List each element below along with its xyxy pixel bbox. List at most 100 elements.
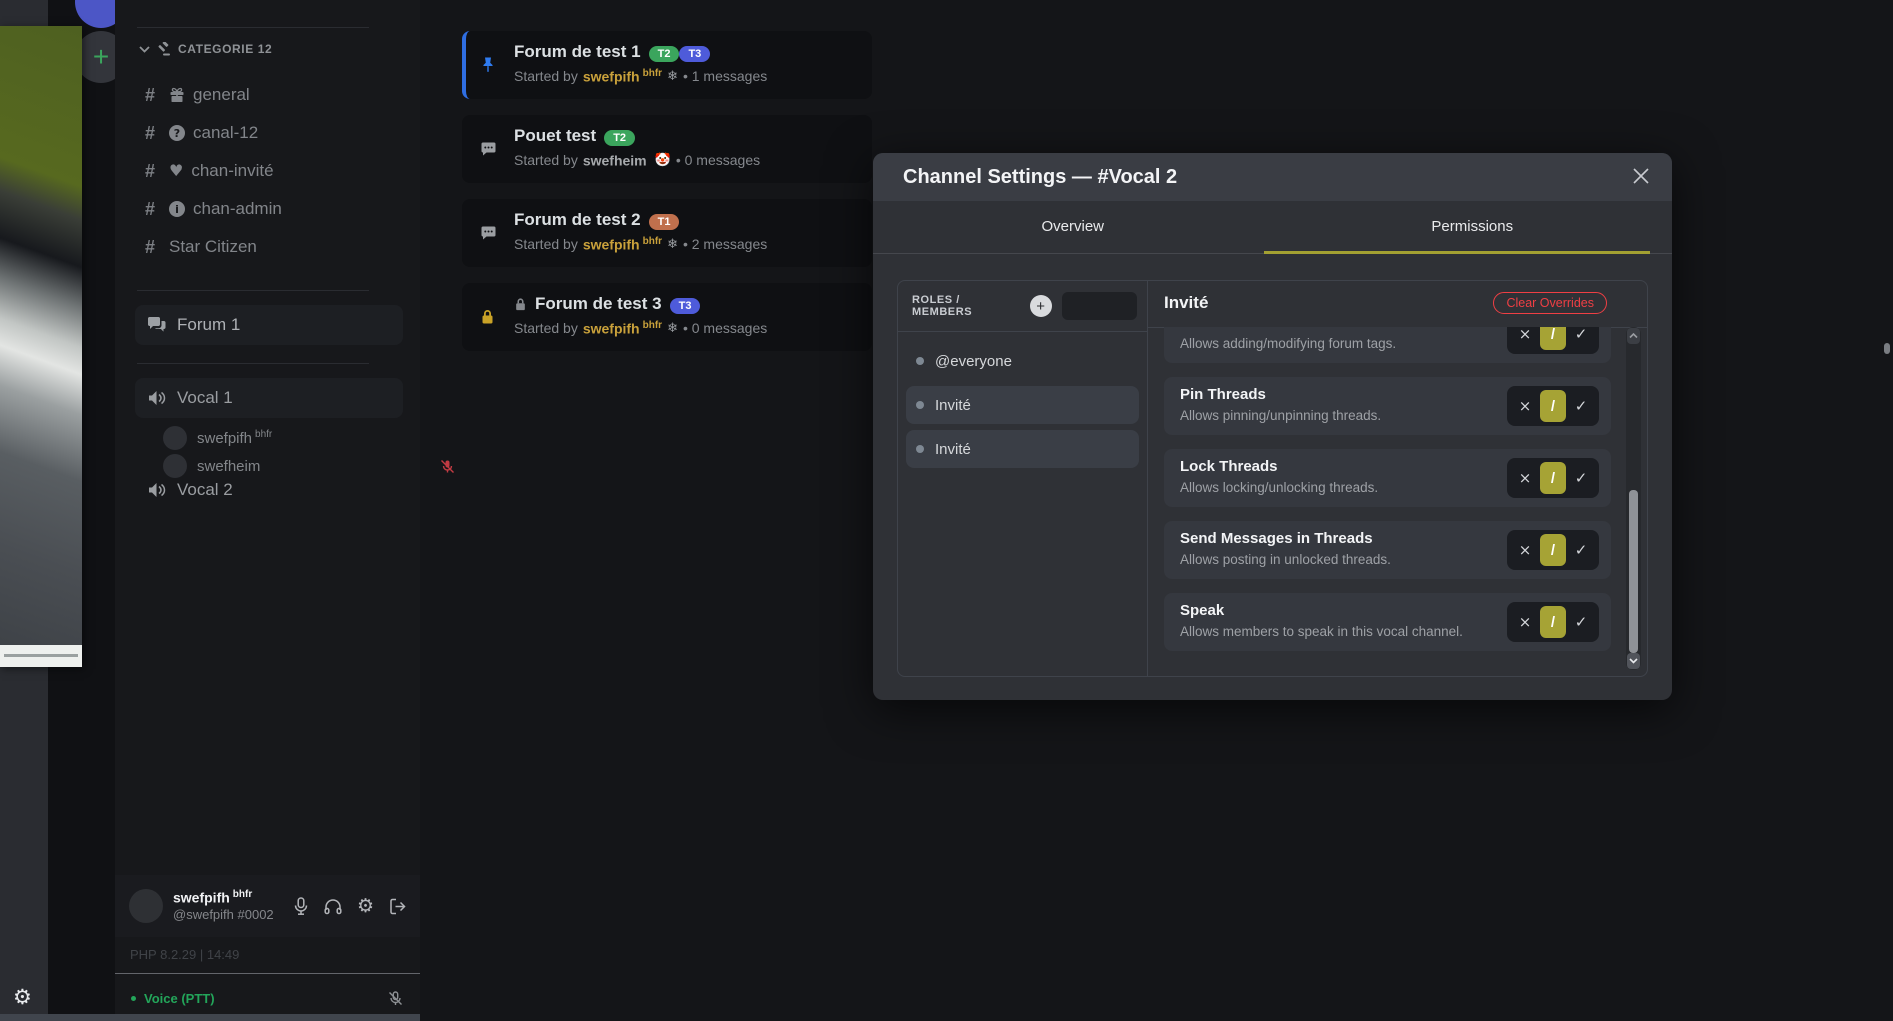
channel-name: chan-invité	[191, 161, 273, 181]
channel-row[interactable]: # i ♥ i chan-admin	[145, 190, 405, 228]
mic-slash-icon[interactable]	[387, 990, 404, 1007]
channel-name: canal-12	[193, 123, 258, 143]
post-title-row: Forum de test 1 T2T3	[514, 42, 862, 62]
channel-name: Star Citizen	[169, 237, 257, 257]
scroll-down-button[interactable]	[1627, 653, 1640, 669]
add-role-button[interactable]: +	[1030, 295, 1052, 317]
close-icon[interactable]	[1632, 167, 1650, 185]
logout-icon[interactable]	[389, 898, 406, 915]
allow-button[interactable]: ✓	[1569, 327, 1593, 343]
channel-sidebar: CATEGORIE 12 # ♥ general #	[115, 0, 420, 1021]
forum-post-card[interactable]: Forum de test 3 T3 Started by swefpifhbh…	[462, 283, 872, 351]
permission-description: Allows posting in unlocked threads.	[1180, 552, 1391, 567]
neutral-button[interactable]: /	[1540, 390, 1566, 422]
tab-permissions[interactable]: Permissions	[1273, 201, 1673, 253]
hash-icon: #	[145, 85, 169, 106]
voice-user-row[interactable]: swefheim	[163, 452, 413, 480]
neutral-button[interactable]: /	[1540, 462, 1566, 494]
settings-gear-icon[interactable]: ⚙	[13, 987, 32, 1008]
channel-row[interactable]: # ♥ ♥ ♥ chan-invité	[145, 152, 405, 190]
forum-post-card[interactable]: Pouet test T2 Started by swefheim 🤡 • 0 …	[462, 115, 872, 183]
plus-icon: +	[93, 41, 109, 73]
voice-user-row[interactable]: swefpifhbhfr	[163, 424, 413, 452]
deny-button[interactable]: ×	[1513, 469, 1537, 487]
roles-list: @everyone Invité Invité	[898, 332, 1147, 484]
microphone-icon[interactable]	[293, 897, 309, 916]
channel-row[interactable]: # ♥ Star Citizen	[145, 228, 405, 266]
deny-button[interactable]: ×	[1513, 327, 1537, 343]
allow-button[interactable]: ✓	[1569, 541, 1593, 559]
divider	[137, 290, 369, 291]
voice-status-label: Voice (PTT)	[144, 991, 215, 1006]
neutral-button[interactable]: /	[1540, 327, 1566, 350]
voice-channel-2[interactable]: Vocal 2	[147, 480, 233, 500]
role-item[interactable]: Invité	[906, 386, 1139, 424]
permissions-scrollbar[interactable]	[1626, 327, 1641, 670]
permissions-panel: Invité Clear Overrides Allows adding/mod…	[1148, 281, 1647, 676]
allow-button[interactable]: ✓	[1569, 613, 1593, 631]
started-by-label: Started by	[514, 236, 578, 252]
deny-button[interactable]: ×	[1513, 613, 1537, 631]
tag-pill: T3	[670, 298, 701, 314]
forum-icon	[147, 316, 167, 334]
avatar	[163, 454, 187, 478]
post-tags: T2	[604, 126, 635, 146]
forum-post-card[interactable]: Forum de test 1 T2T3 Started by swefpifh…	[462, 31, 872, 99]
post-meta: • 0 messages	[683, 320, 767, 336]
forum-channel[interactable]: Forum 1	[135, 305, 403, 345]
hash-icon: #	[145, 161, 169, 182]
post-meta: • 0 messages	[676, 152, 760, 168]
post-tags: T2T3	[649, 42, 711, 62]
headphones-icon[interactable]	[324, 898, 342, 915]
post-subtitle: Started by swefheim 🤡 • 0 messages	[514, 152, 862, 169]
clear-overrides-button[interactable]: Clear Overrides	[1493, 292, 1607, 314]
voice-user-list: swefpifhbhfr swefheim	[163, 424, 413, 480]
voice-channel-1[interactable]: Vocal 1	[135, 378, 403, 418]
category-header[interactable]: CATEGORIE 12	[139, 42, 272, 56]
forum-post-card[interactable]: Forum de test 2 T1 Started by swefpifhbh…	[462, 199, 872, 267]
deny-button[interactable]: ×	[1513, 397, 1537, 415]
allow-button[interactable]: ✓	[1569, 397, 1593, 415]
divider	[115, 973, 420, 974]
channel-row[interactable]: # ? ♥ ? canal-12	[145, 114, 405, 152]
permission-toggle: × / ✓	[1507, 602, 1599, 642]
allow-button[interactable]: ✓	[1569, 469, 1593, 487]
deny-button[interactable]: ×	[1513, 541, 1537, 559]
post-title-row: Pouet test T2	[514, 126, 862, 146]
role-item[interactable]: @everyone	[906, 342, 1139, 380]
modal-tabs: Overview Permissions	[873, 201, 1672, 253]
taskbar-edge	[0, 1014, 420, 1021]
roles-panel-header: ROLES / MEMBERS +	[898, 281, 1147, 332]
scrollbar-thumb[interactable]	[1629, 490, 1638, 653]
post-title-row: Forum de test 3 T3	[514, 294, 862, 314]
info-circle-icon: i	[169, 201, 185, 217]
role-dot	[916, 401, 924, 409]
neutral-button[interactable]: /	[1540, 534, 1566, 566]
post-title: Forum de test 3	[535, 294, 662, 314]
started-by-label: Started by	[514, 320, 578, 336]
neutral-button[interactable]: /	[1540, 606, 1566, 638]
author-emoji: 🤡	[655, 153, 671, 168]
mic-muted-icon	[440, 459, 455, 474]
post-author: swefpifhbhfr	[583, 236, 662, 253]
permission-title: Speak	[1180, 602, 1224, 619]
permission-row: Lock Threads Allows locking/unlocking th…	[1164, 449, 1611, 507]
role-item[interactable]: Invité	[906, 430, 1139, 468]
channel-name: chan-admin	[193, 199, 282, 219]
chat-bubble-icon	[480, 225, 497, 241]
username: swefpifhbhfr	[173, 889, 274, 907]
gift-icon	[169, 87, 185, 103]
post-tags: T1	[649, 210, 680, 230]
channel-row[interactable]: # ♥ general	[145, 76, 405, 114]
scroll-up-button[interactable]	[1627, 328, 1640, 344]
permission-title: Send Messages in Threads	[1180, 530, 1373, 547]
permission-toggle: × / ✓	[1507, 530, 1599, 570]
user-panel: swefpifhbhfr @swefpifh #0002 ⚙	[115, 875, 420, 937]
speaker-icon	[147, 481, 167, 499]
roles-search-box[interactable]	[1062, 292, 1137, 320]
role-name: Invité	[935, 441, 971, 458]
settings-gear-icon[interactable]: ⚙	[357, 896, 374, 916]
page-scrollbar-thumb[interactable]	[1884, 343, 1890, 354]
avatar[interactable]	[129, 889, 163, 923]
tab-overview[interactable]: Overview	[873, 201, 1273, 253]
